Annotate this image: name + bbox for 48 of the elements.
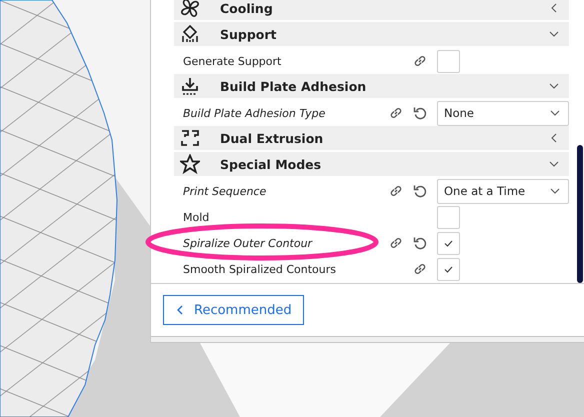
support-icon: [180, 24, 200, 44]
checkmark-icon: [444, 240, 453, 246]
chevron-down-icon[interactable]: [549, 29, 559, 39]
setting-label: Build Plate Adhesion Type: [183, 106, 326, 120]
chevron-left-icon: [176, 305, 184, 315]
checkbox[interactable]: [437, 206, 460, 228]
checkmark-icon: [444, 266, 453, 272]
reset-icon[interactable]: [412, 235, 428, 251]
setting-label: Generate Support: [183, 54, 282, 68]
fan-icon: [180, 0, 200, 18]
chevron-left-icon[interactable]: [549, 3, 559, 13]
category-header[interactable]: Special Modes: [174, 152, 569, 176]
reset-icon[interactable]: [412, 183, 428, 199]
link-icon[interactable]: [388, 105, 404, 121]
category-header[interactable]: Cooling: [174, 0, 569, 20]
setting-label: Mold: [183, 210, 210, 224]
reset-icon[interactable]: [412, 105, 428, 121]
category-header[interactable]: Dual Extrusion: [174, 126, 569, 150]
setting-label: Spiralize Outer Contour: [183, 236, 314, 250]
category-header[interactable]: Build Plate Adhesion: [174, 74, 569, 98]
setting-label: Print Sequence: [183, 184, 268, 198]
chevron-left-icon[interactable]: [549, 133, 559, 143]
setting-label: Smooth Spiralized Contours: [183, 262, 338, 276]
category-title: Special Modes: [220, 156, 322, 172]
chevron-down-icon[interactable]: [549, 81, 559, 91]
category-title: Support: [220, 26, 278, 42]
category-header[interactable]: Support: [174, 22, 569, 46]
link-icon[interactable]: [388, 183, 404, 199]
resize-handle[interactable]: [151, 336, 584, 343]
scrollbar[interactable]: [577, 145, 583, 283]
link-icon[interactable]: [412, 53, 428, 69]
checkbox[interactable]: [437, 232, 460, 254]
dropdown[interactable]: One at a Time: [437, 178, 569, 204]
download-tray-icon: [180, 76, 200, 96]
checkbox[interactable]: [437, 50, 460, 72]
category-title: Dual Extrusion: [220, 130, 324, 146]
recommended-button[interactable]: Recommended: [163, 295, 304, 325]
checkbox[interactable]: [437, 258, 460, 280]
link-icon[interactable]: [412, 261, 428, 277]
category-title: Cooling: [220, 0, 274, 16]
category-title: Build Plate Adhesion: [220, 78, 368, 94]
chevron-down-icon: [550, 108, 560, 118]
star-icon: [180, 154, 200, 174]
chevron-down-icon: [550, 186, 560, 196]
dropdown[interactable]: None: [437, 100, 569, 126]
dual-extrusion-icon: [180, 128, 200, 148]
link-icon[interactable]: [388, 235, 404, 251]
chevron-down-icon[interactable]: [549, 159, 559, 169]
